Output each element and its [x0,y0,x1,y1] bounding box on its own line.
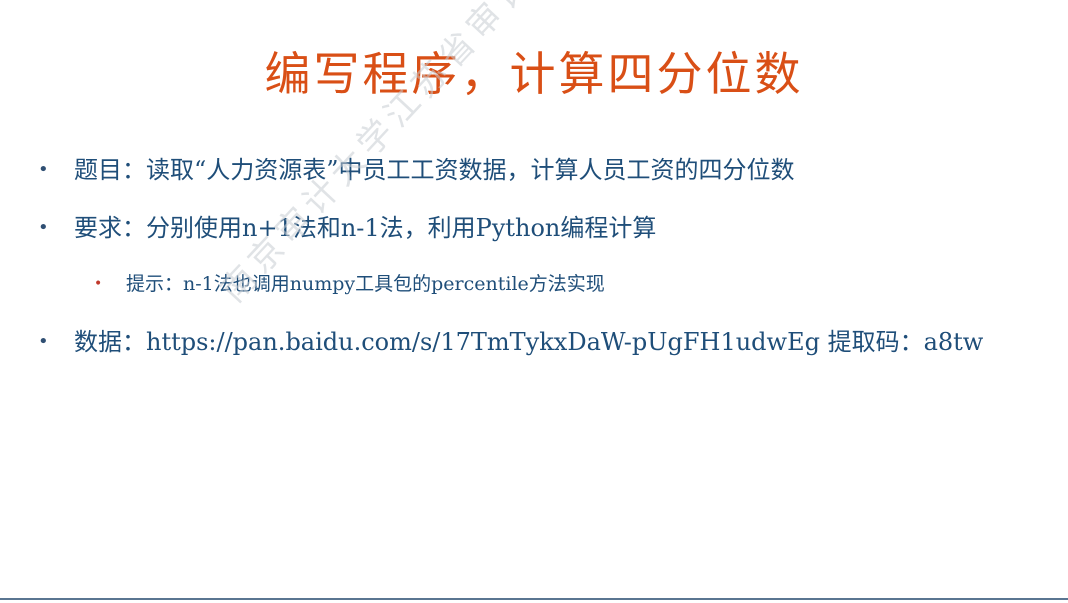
bullet-item: • 要求：分别使用n+1法和n-1法，利用Python编程计算 [34,213,656,243]
slide: 编写程序，计算四分位数 • 题目：读取“人力资源表”中员工工资数据，计算人员工资… [0,0,1068,603]
bullet-text-requirement: 要求：分别使用n+1法和n-1法，利用Python编程计算 [74,214,657,242]
bullet-text-task: 题目：读取“人力资源表”中员工工资数据，计算人员工资的四分位数 [74,156,795,184]
bullet-dot-icon: • [38,217,49,238]
bullet-text-data-link[interactable]: 数据：https://pan.baidu.com/s/17TmTykxDaW-p… [74,327,983,357]
bullet-item: • 题目：读取“人力资源表”中员工工资数据，计算人员工资的四分位数 [34,155,795,185]
slide-title: 编写程序，计算四分位数 [264,47,804,101]
bullet-dot-icon: • [38,331,49,352]
sub-bullet-dot-icon: • [94,276,103,292]
bullet-text-hint: 提示：n-1法也调用numpy工具包的percentile方法实现 [126,273,605,295]
bullet-item: • 数据：https://pan.baidu.com/s/17TmTykxDaW… [34,327,983,357]
sub-bullet-item: • 提示：n-1法也调用numpy工具包的percentile方法实现 [90,271,605,297]
bullet-dot-icon: • [38,159,49,180]
bottom-divider [0,598,1068,600]
